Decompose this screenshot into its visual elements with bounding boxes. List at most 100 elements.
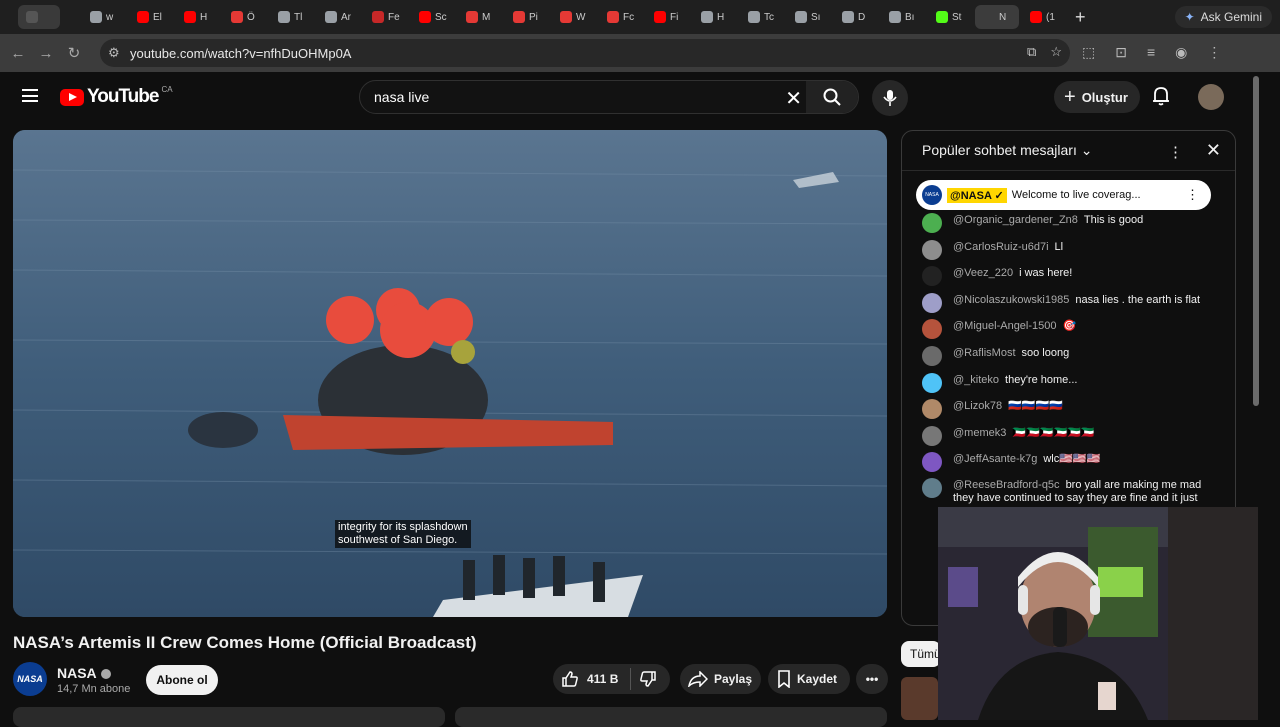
- chat-message[interactable]: @_kiteko they're home...: [922, 373, 1222, 393]
- video-player[interactable]: integrity for its splashdown southwest o…: [13, 130, 887, 617]
- chat-message[interactable]: @memek3 🇰🇼🇰🇼🇰🇼🇰🇼🇰🇼🇰🇼: [922, 426, 1222, 446]
- channel-name-link[interactable]: NASA: [57, 665, 111, 681]
- browser-tab[interactable]: Ö: [223, 5, 267, 29]
- create-button[interactable]: + Oluştur: [1054, 81, 1140, 113]
- share-button[interactable]: Paylaş: [680, 664, 761, 694]
- browser-tab[interactable]: Fc: [599, 5, 643, 29]
- chat-author[interactable]: @Lizok78: [953, 400, 1002, 412]
- save-button[interactable]: Kaydet: [768, 664, 850, 694]
- reading-mode-icon[interactable]: ⊡: [1115, 44, 1127, 61]
- more-actions-button[interactable]: •••: [856, 664, 888, 694]
- chat-message[interactable]: @JeffAsante-k7g wlc🇺🇸🇺🇸🇺🇸: [922, 452, 1222, 472]
- tab-favicon-icon: [560, 11, 572, 23]
- bookmark-star-icon[interactable]: ☆: [1050, 44, 1062, 60]
- chat-author[interactable]: @_kiteko: [953, 374, 999, 386]
- voice-search-button[interactable]: [872, 80, 908, 116]
- clear-search-icon[interactable]: ✕: [785, 86, 802, 111]
- browser-tab[interactable]: M: [458, 5, 502, 29]
- browser-tab[interactable]: Fe: [364, 5, 408, 29]
- forward-icon[interactable]: →: [32, 45, 60, 62]
- chat-author[interactable]: @Nicolaszukowski1985: [953, 294, 1069, 306]
- pinned-options-icon[interactable]: ⋮: [1186, 187, 1199, 203]
- profile-icon[interactable]: ◉: [1175, 44, 1187, 61]
- tab-title: M: [482, 11, 491, 23]
- filter-chip-all[interactable]: Tümü: [901, 641, 941, 667]
- search-input[interactable]: nasa live ✕: [359, 80, 859, 114]
- chat-message[interactable]: @Organic_gardener_Zn8 This is good: [922, 213, 1222, 233]
- chat-author[interactable]: @Veez_220: [953, 267, 1013, 279]
- channel-avatar[interactable]: NASA: [13, 662, 47, 696]
- search-icon: [823, 88, 841, 106]
- chat-author[interactable]: @ReeseBradford-q5c: [953, 479, 1060, 491]
- browser-tab[interactable]: Fi: [646, 5, 690, 29]
- menu-icon[interactable]: [22, 89, 38, 102]
- pinned-message[interactable]: NASA @NASA ✓ Welcome to live coverag... …: [916, 180, 1211, 210]
- chat-author[interactable]: @Organic_gardener_Zn8: [953, 214, 1078, 226]
- browser-tab[interactable]: D: [834, 5, 878, 29]
- browser-tab[interactable]: Ar: [317, 5, 361, 29]
- subscribe-button[interactable]: Abone ol: [146, 665, 218, 695]
- browser-tab[interactable]: H: [176, 5, 220, 29]
- chat-author[interactable]: @Miguel-Angel-1500: [953, 320, 1057, 332]
- tab-title: St: [952, 11, 962, 23]
- browser-tab[interactable]: El: [129, 5, 173, 29]
- browser-tab-bar: w El H Ö Tl Ar Fe Sc M Pi W Fc Fi H Tc Sı D Bı St N (1 + ✦ A…: [0, 0, 1280, 34]
- gemini-icon: ✦: [1184, 10, 1195, 24]
- browser-tab[interactable]: Bı: [881, 5, 925, 29]
- bell-icon: [1153, 87, 1169, 106]
- dislike-icon[interactable]: [639, 670, 657, 688]
- webcam-overlay: [938, 507, 1258, 720]
- close-chat-icon[interactable]: ✕: [1206, 140, 1221, 161]
- browser-tab[interactable]: Sc: [411, 5, 455, 29]
- chat-message[interactable]: @RaflisMost soo loong: [922, 346, 1222, 366]
- url-field[interactable]: ⚙ youtube.com/watch?v=nfhDuOHMp0A ⧉ ☆: [100, 39, 1070, 67]
- chat-author[interactable]: @RaflisMost: [953, 347, 1016, 359]
- browser-menu-icon[interactable]: ⋮: [1207, 44, 1221, 61]
- media-control-icon[interactable]: ≡: [1147, 44, 1155, 61]
- description-card[interactable]: [13, 707, 445, 727]
- browser-tab[interactable]: St: [928, 5, 972, 29]
- extensions-icon[interactable]: ⬚: [1082, 44, 1095, 61]
- related-video-thumbnail[interactable]: [901, 677, 938, 720]
- browser-tab[interactable]: (1: [1022, 5, 1066, 29]
- search-button[interactable]: [806, 81, 858, 113]
- like-icon[interactable]: [561, 670, 579, 688]
- chat-message[interactable]: @Nicolaszukowski1985 nasa lies . the eart…: [922, 293, 1222, 313]
- chat-author[interactable]: @JeffAsante-k7g: [953, 453, 1037, 465]
- browser-tab[interactable]: Sı: [787, 5, 831, 29]
- notifications-button[interactable]: [1152, 86, 1170, 111]
- chat-message[interactable]: @Veez_220 i was here!: [922, 266, 1222, 286]
- chat-mode-selector[interactable]: Popüler sohbet mesajları ⌄: [922, 142, 1093, 159]
- bookmark-icon: [778, 670, 790, 688]
- browser-tab[interactable]: Tl: [270, 5, 314, 29]
- comment-card[interactable]: [455, 707, 887, 727]
- browser-tab[interactable]: Pi: [505, 5, 549, 29]
- site-info-icon[interactable]: ⚙: [108, 45, 120, 61]
- browser-tab[interactable]: W: [552, 5, 596, 29]
- chat-text: 🇰🇼🇰🇼🇰🇼🇰🇼🇰🇼🇰🇼: [1012, 427, 1095, 439]
- tab-title: W: [576, 11, 586, 23]
- ask-gemini-button[interactable]: ✦ Ask Gemini: [1174, 6, 1272, 28]
- browser-tab[interactable]: N: [975, 5, 1019, 29]
- new-tab-button[interactable]: +: [1075, 7, 1086, 28]
- chat-message[interactable]: @ReeseBradford-q5c bro yall are making me…: [922, 478, 1222, 505]
- browser-tab[interactable]: [18, 5, 60, 29]
- page-scrollbar[interactable]: [1253, 76, 1259, 406]
- chat-options-icon[interactable]: ⋮: [1168, 143, 1183, 161]
- chat-message-body: @RaflisMost soo loong: [953, 346, 1069, 360]
- browser-tab[interactable]: H: [693, 5, 737, 29]
- tab-favicon-icon: [278, 11, 290, 23]
- chat-author[interactable]: @memek3: [953, 427, 1006, 439]
- reload-icon[interactable]: ↻: [60, 44, 88, 62]
- chat-message[interactable]: @Miguel-Angel-1500 🎯: [922, 319, 1222, 339]
- like-count[interactable]: 411 B: [587, 672, 618, 686]
- back-icon[interactable]: ←: [4, 45, 32, 62]
- chat-message[interactable]: @CarlosRuiz-u6d7i Ll: [922, 240, 1222, 260]
- account-avatar[interactable]: [1198, 84, 1224, 110]
- browser-tab[interactable]: w: [82, 5, 126, 29]
- install-app-icon[interactable]: ⧉: [1027, 44, 1036, 60]
- chat-message[interactable]: @Lizok78 🇷🇺🇷🇺🇷🇺🇷🇺: [922, 399, 1222, 419]
- browser-tab[interactable]: Tc: [740, 5, 784, 29]
- youtube-logo[interactable]: YouTube CA: [60, 85, 173, 108]
- chat-author[interactable]: @CarlosRuiz-u6d7i: [953, 241, 1049, 253]
